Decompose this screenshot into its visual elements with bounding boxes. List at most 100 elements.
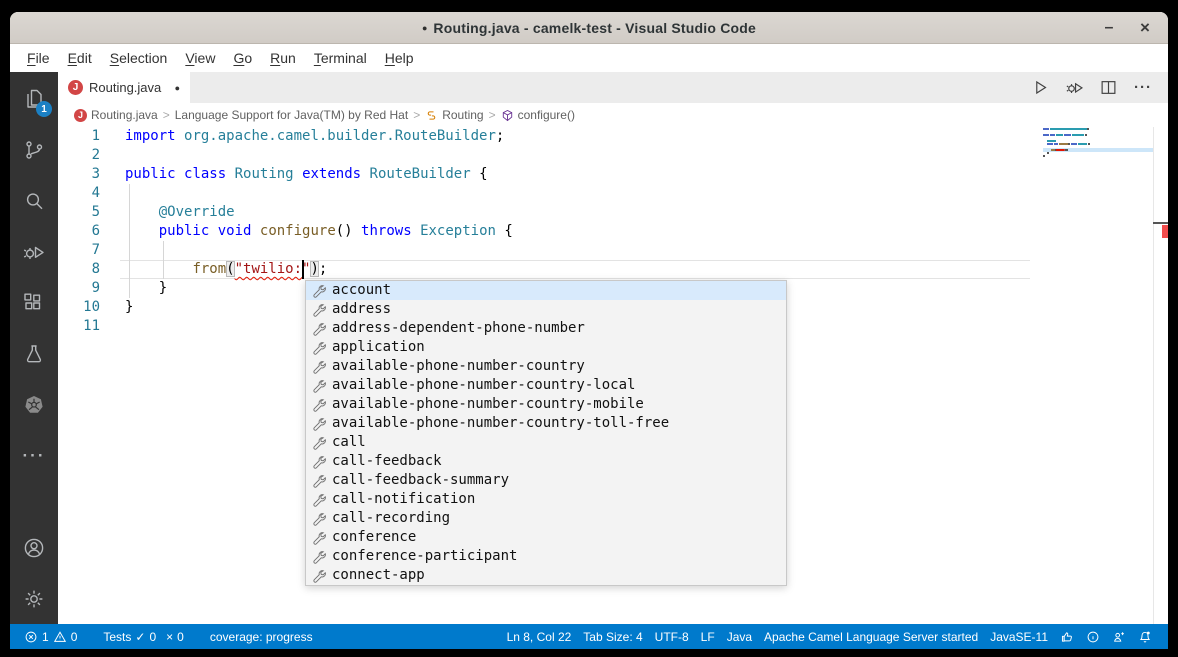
suggestion-call[interactable]: call [306, 433, 786, 452]
minimap[interactable] [1043, 127, 1153, 624]
menu-item-selection[interactable]: Selection [101, 47, 177, 69]
encoding-indicator[interactable]: UTF-8 [649, 630, 695, 644]
tab-label: Routing.java [89, 80, 161, 95]
suggestion-call-recording[interactable]: call-recording [306, 509, 786, 528]
suggestion-application[interactable]: application [306, 338, 786, 357]
menu-item-edit[interactable]: Edit [59, 47, 101, 69]
feedback-icon[interactable] [1106, 630, 1132, 644]
line-number: 1 [58, 127, 125, 146]
eol-indicator[interactable]: LF [695, 630, 721, 644]
explorer-icon[interactable]: 1 [10, 73, 58, 124]
menu-item-run[interactable]: Run [261, 47, 305, 69]
info-icon[interactable] [1080, 630, 1106, 644]
breadcrumb-item[interactable]: Routing [425, 108, 483, 122]
menu-item-view[interactable]: View [176, 47, 224, 69]
menu-item-help[interactable]: Help [376, 47, 423, 69]
kubernetes-icon[interactable] [10, 379, 58, 430]
line-number: 4 [58, 184, 125, 203]
autocomplete-popup: accountaddressaddress-dependent-phone-nu… [305, 280, 787, 586]
debug-run-icon[interactable] [1066, 79, 1083, 96]
breadcrumb-separator: > [489, 108, 496, 122]
line-number: 11 [58, 317, 125, 336]
suggestion-available-phone-number-country-local[interactable]: available-phone-number-country-local [306, 376, 786, 395]
suggestion-conference[interactable]: conference [306, 528, 786, 547]
breadcrumb-item[interactable]: configure() [501, 108, 575, 122]
line-number: 6 [58, 222, 125, 241]
suggestion-available-phone-number-country-mobile[interactable]: available-phone-number-country-mobile [306, 395, 786, 414]
explorer-badge: 1 [36, 101, 52, 117]
indentation-indicator[interactable]: Tab Size: 4 [577, 630, 648, 644]
suggestion-account[interactable]: account [306, 281, 786, 300]
settings-gear-icon[interactable] [10, 573, 58, 624]
breadcrumb-separator: > [163, 108, 170, 122]
code-editor[interactable]: 1import org.apache.camel.builder.RouteBu… [58, 127, 1168, 624]
thumbs-up-icon[interactable] [1054, 630, 1080, 644]
test-beaker-icon[interactable] [10, 328, 58, 379]
minimize-button[interactable]: – [1094, 12, 1124, 44]
code-line-2[interactable]: 2 [58, 146, 1168, 165]
suggestion-available-phone-number-country[interactable]: available-phone-number-country [306, 357, 786, 376]
suggestion-available-phone-number-country-toll-free[interactable]: available-phone-number-country-toll-free [306, 414, 786, 433]
line-number: 7 [58, 241, 125, 260]
java-runtime-indicator[interactable]: JavaSE-11 [984, 630, 1054, 644]
suggestion-address[interactable]: address [306, 300, 786, 319]
title-bar[interactable]: ● Routing.java - camelk-test - Visual St… [10, 12, 1168, 44]
warning-icon [53, 630, 67, 644]
cursor-position-indicator[interactable]: Ln 8, Col 22 [501, 630, 578, 644]
suggestion-call-feedback[interactable]: call-feedback [306, 452, 786, 471]
suggestion-address-dependent-phone-number[interactable]: address-dependent-phone-number [306, 319, 786, 338]
java-file-icon: J [68, 80, 83, 95]
more-actions-icon[interactable]: ··· [1134, 79, 1152, 96]
breadcrumb: JRouting.java > Language Support for Java(… [58, 103, 1168, 127]
run-icon[interactable] [1032, 79, 1049, 96]
vscode-window: ● Routing.java - camelk-test - Visual St… [10, 12, 1168, 649]
account-icon[interactable] [10, 522, 58, 573]
menu-bar: FileEditSelectionViewGoRunTerminalHelp [10, 44, 1168, 72]
tests-status[interactable]: Tests ✓ 0 × 0 [97, 624, 189, 649]
line-number: 3 [58, 165, 125, 184]
code-line-4[interactable]: 4 [58, 184, 1168, 203]
suggestion-conference-participant[interactable]: conference-participant [306, 547, 786, 566]
window-title: Routing.java - camelk-test - Visual Stud… [433, 20, 756, 36]
extensions-icon[interactable] [10, 277, 58, 328]
line-number: 2 [58, 146, 125, 165]
suggestion-connect-app[interactable]: connect-app [306, 566, 786, 585]
activity-bar: 1 ··· [10, 72, 58, 624]
more-tools-icon[interactable]: ··· [10, 430, 58, 481]
language-indicator[interactable]: Java [721, 630, 758, 644]
run-debug-icon[interactable] [10, 226, 58, 277]
overview-ruler-error-marker [1162, 225, 1168, 238]
code-line-6[interactable]: 6 public void configure() throws Excepti… [58, 222, 1168, 241]
suggestion-call-notification[interactable]: call-notification [306, 490, 786, 509]
code-line-3[interactable]: 3public class Routing extends RouteBuild… [58, 165, 1168, 184]
code-line-7[interactable]: 7 [58, 241, 1168, 260]
problems-indicator[interactable]: 1 0 [18, 624, 83, 649]
text-cursor [302, 260, 304, 279]
camel-server-status[interactable]: Apache Camel Language Server started [758, 630, 984, 644]
breadcrumb-separator: > [413, 108, 420, 122]
status-bar: 1 0 Tests ✓ 0 × 0 coverage: progress Ln … [10, 624, 1168, 649]
line-number: 9 [58, 279, 125, 298]
code-line-5[interactable]: 5 @Override [58, 203, 1168, 222]
menu-item-terminal[interactable]: Terminal [305, 47, 376, 69]
error-icon [24, 630, 38, 644]
overview-ruler-cursor-marker [1153, 222, 1168, 224]
search-icon[interactable] [10, 175, 58, 226]
split-editor-icon[interactable] [1100, 79, 1117, 96]
editor-actions: ··· [1032, 72, 1168, 103]
menu-item-go[interactable]: Go [224, 47, 261, 69]
source-control-icon[interactable] [10, 124, 58, 175]
coverage-status[interactable]: coverage: progress [204, 624, 319, 649]
suggestion-call-feedback-summary[interactable]: call-feedback-summary [306, 471, 786, 490]
menu-item-file[interactable]: File [18, 47, 59, 69]
tab-routing-java[interactable]: J Routing.java ● [58, 72, 190, 103]
code-line-1[interactable]: 1import org.apache.camel.builder.RouteBu… [58, 127, 1168, 146]
close-button[interactable]: × [1130, 12, 1160, 44]
breadcrumb-item[interactable]: Language Support for Java(TM) by Red Hat [175, 108, 408, 122]
line-number: 10 [58, 298, 125, 317]
tab-modified-dot[interactable]: ● [175, 83, 180, 93]
overview-ruler[interactable] [1153, 127, 1154, 624]
notifications-bell-icon[interactable] [1132, 630, 1158, 644]
code-line-8[interactable]: 8 from("twilio:"); [58, 260, 1168, 279]
breadcrumb-item[interactable]: JRouting.java [74, 108, 158, 122]
